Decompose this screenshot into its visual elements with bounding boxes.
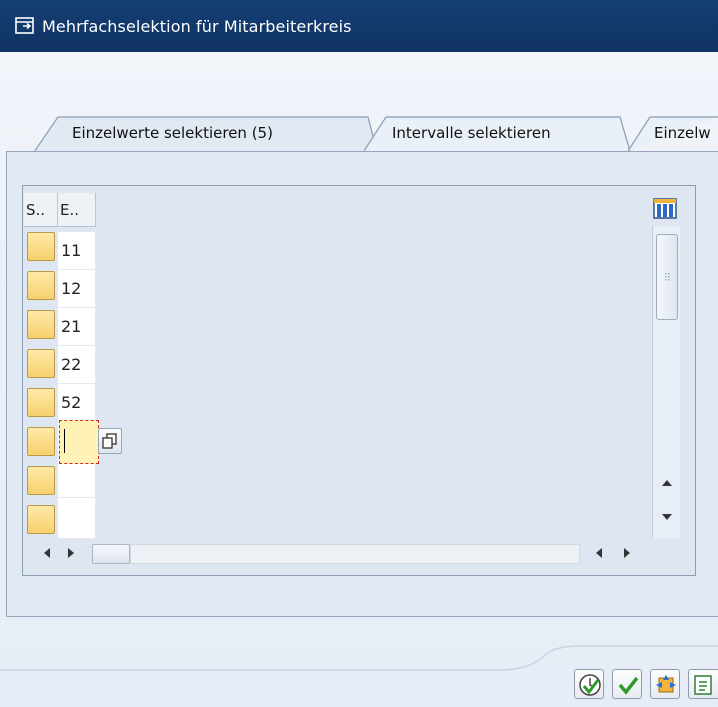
row-selector[interactable] (24, 502, 58, 537)
tab-label: Intervalle selektieren (392, 124, 551, 142)
insert-line-button[interactable] (650, 669, 680, 699)
clipboard-import-icon (694, 675, 712, 695)
row-selector[interactable] (24, 463, 58, 498)
scroll-down-icon[interactable] (661, 512, 673, 522)
row-selector[interactable] (24, 424, 58, 459)
row-selector[interactable] (24, 385, 58, 420)
confirm-check-icon (618, 676, 639, 695)
row-selector[interactable] (24, 307, 58, 342)
value-cell[interactable]: 22 (58, 346, 96, 384)
column-layout-icon[interactable] (652, 196, 678, 220)
tab-label: Einzelw (654, 124, 711, 142)
window-titlebar: Mehrfachselektion für Mitarbeiterkreis (0, 0, 718, 52)
value-help-button[interactable] (98, 428, 122, 454)
vertical-scrollbar[interactable] (652, 226, 680, 539)
scroll-up-icon[interactable] (661, 478, 673, 488)
tab-intervalle[interactable]: Intervalle selektieren (364, 116, 644, 152)
execute-button[interactable] (574, 669, 604, 699)
row-selector[interactable] (24, 229, 58, 264)
scroll-right-icon[interactable] (622, 547, 632, 559)
table-empty-area (96, 193, 652, 539)
value-cell[interactable] (58, 498, 96, 539)
scroll-thumb[interactable] (656, 234, 678, 320)
scroll-left-icon[interactable] (594, 547, 604, 559)
window-title: Mehrfachselektion für Mitarbeiterkreis (42, 16, 352, 36)
confirm-button[interactable] (612, 669, 642, 699)
scroll-track[interactable] (130, 544, 580, 564)
scroll-thumb[interactable] (92, 544, 130, 564)
tab-label: Einzelwerte selektieren (5) (72, 124, 273, 142)
value-cell[interactable]: 11 (58, 232, 96, 270)
value-help-icon (102, 433, 117, 449)
value-cell[interactable]: 21 (58, 308, 96, 346)
scroll-right-icon[interactable] (66, 547, 76, 559)
footer-divider (0, 645, 718, 671)
column-header-select[interactable]: S.. (24, 193, 58, 227)
tab-einzelwerte[interactable]: Einzelwerte selektieren (5) (34, 116, 378, 152)
active-input-cell[interactable] (59, 420, 99, 464)
row-selector[interactable] (24, 268, 58, 303)
horizontal-scrollbar[interactable] (24, 539, 680, 567)
dialog-window-icon (15, 17, 34, 34)
execute-check-icon (579, 674, 601, 696)
scroll-left-icon[interactable] (42, 547, 52, 559)
import-clipboard-button[interactable] (688, 669, 718, 699)
value-cell[interactable] (58, 460, 96, 498)
row-selector[interactable] (24, 346, 58, 381)
column-header-label: S.. (26, 200, 46, 219)
value-cell[interactable]: 12 (58, 270, 96, 308)
grip-icon (665, 273, 670, 281)
value-cell[interactable]: 52 (58, 384, 96, 422)
tab-einzelw-excluded[interactable]: Einzelw (628, 116, 718, 152)
column-header-value[interactable]: E.. (58, 193, 96, 227)
column-header-label: E.. (60, 200, 80, 219)
insert-line-icon (656, 675, 676, 693)
